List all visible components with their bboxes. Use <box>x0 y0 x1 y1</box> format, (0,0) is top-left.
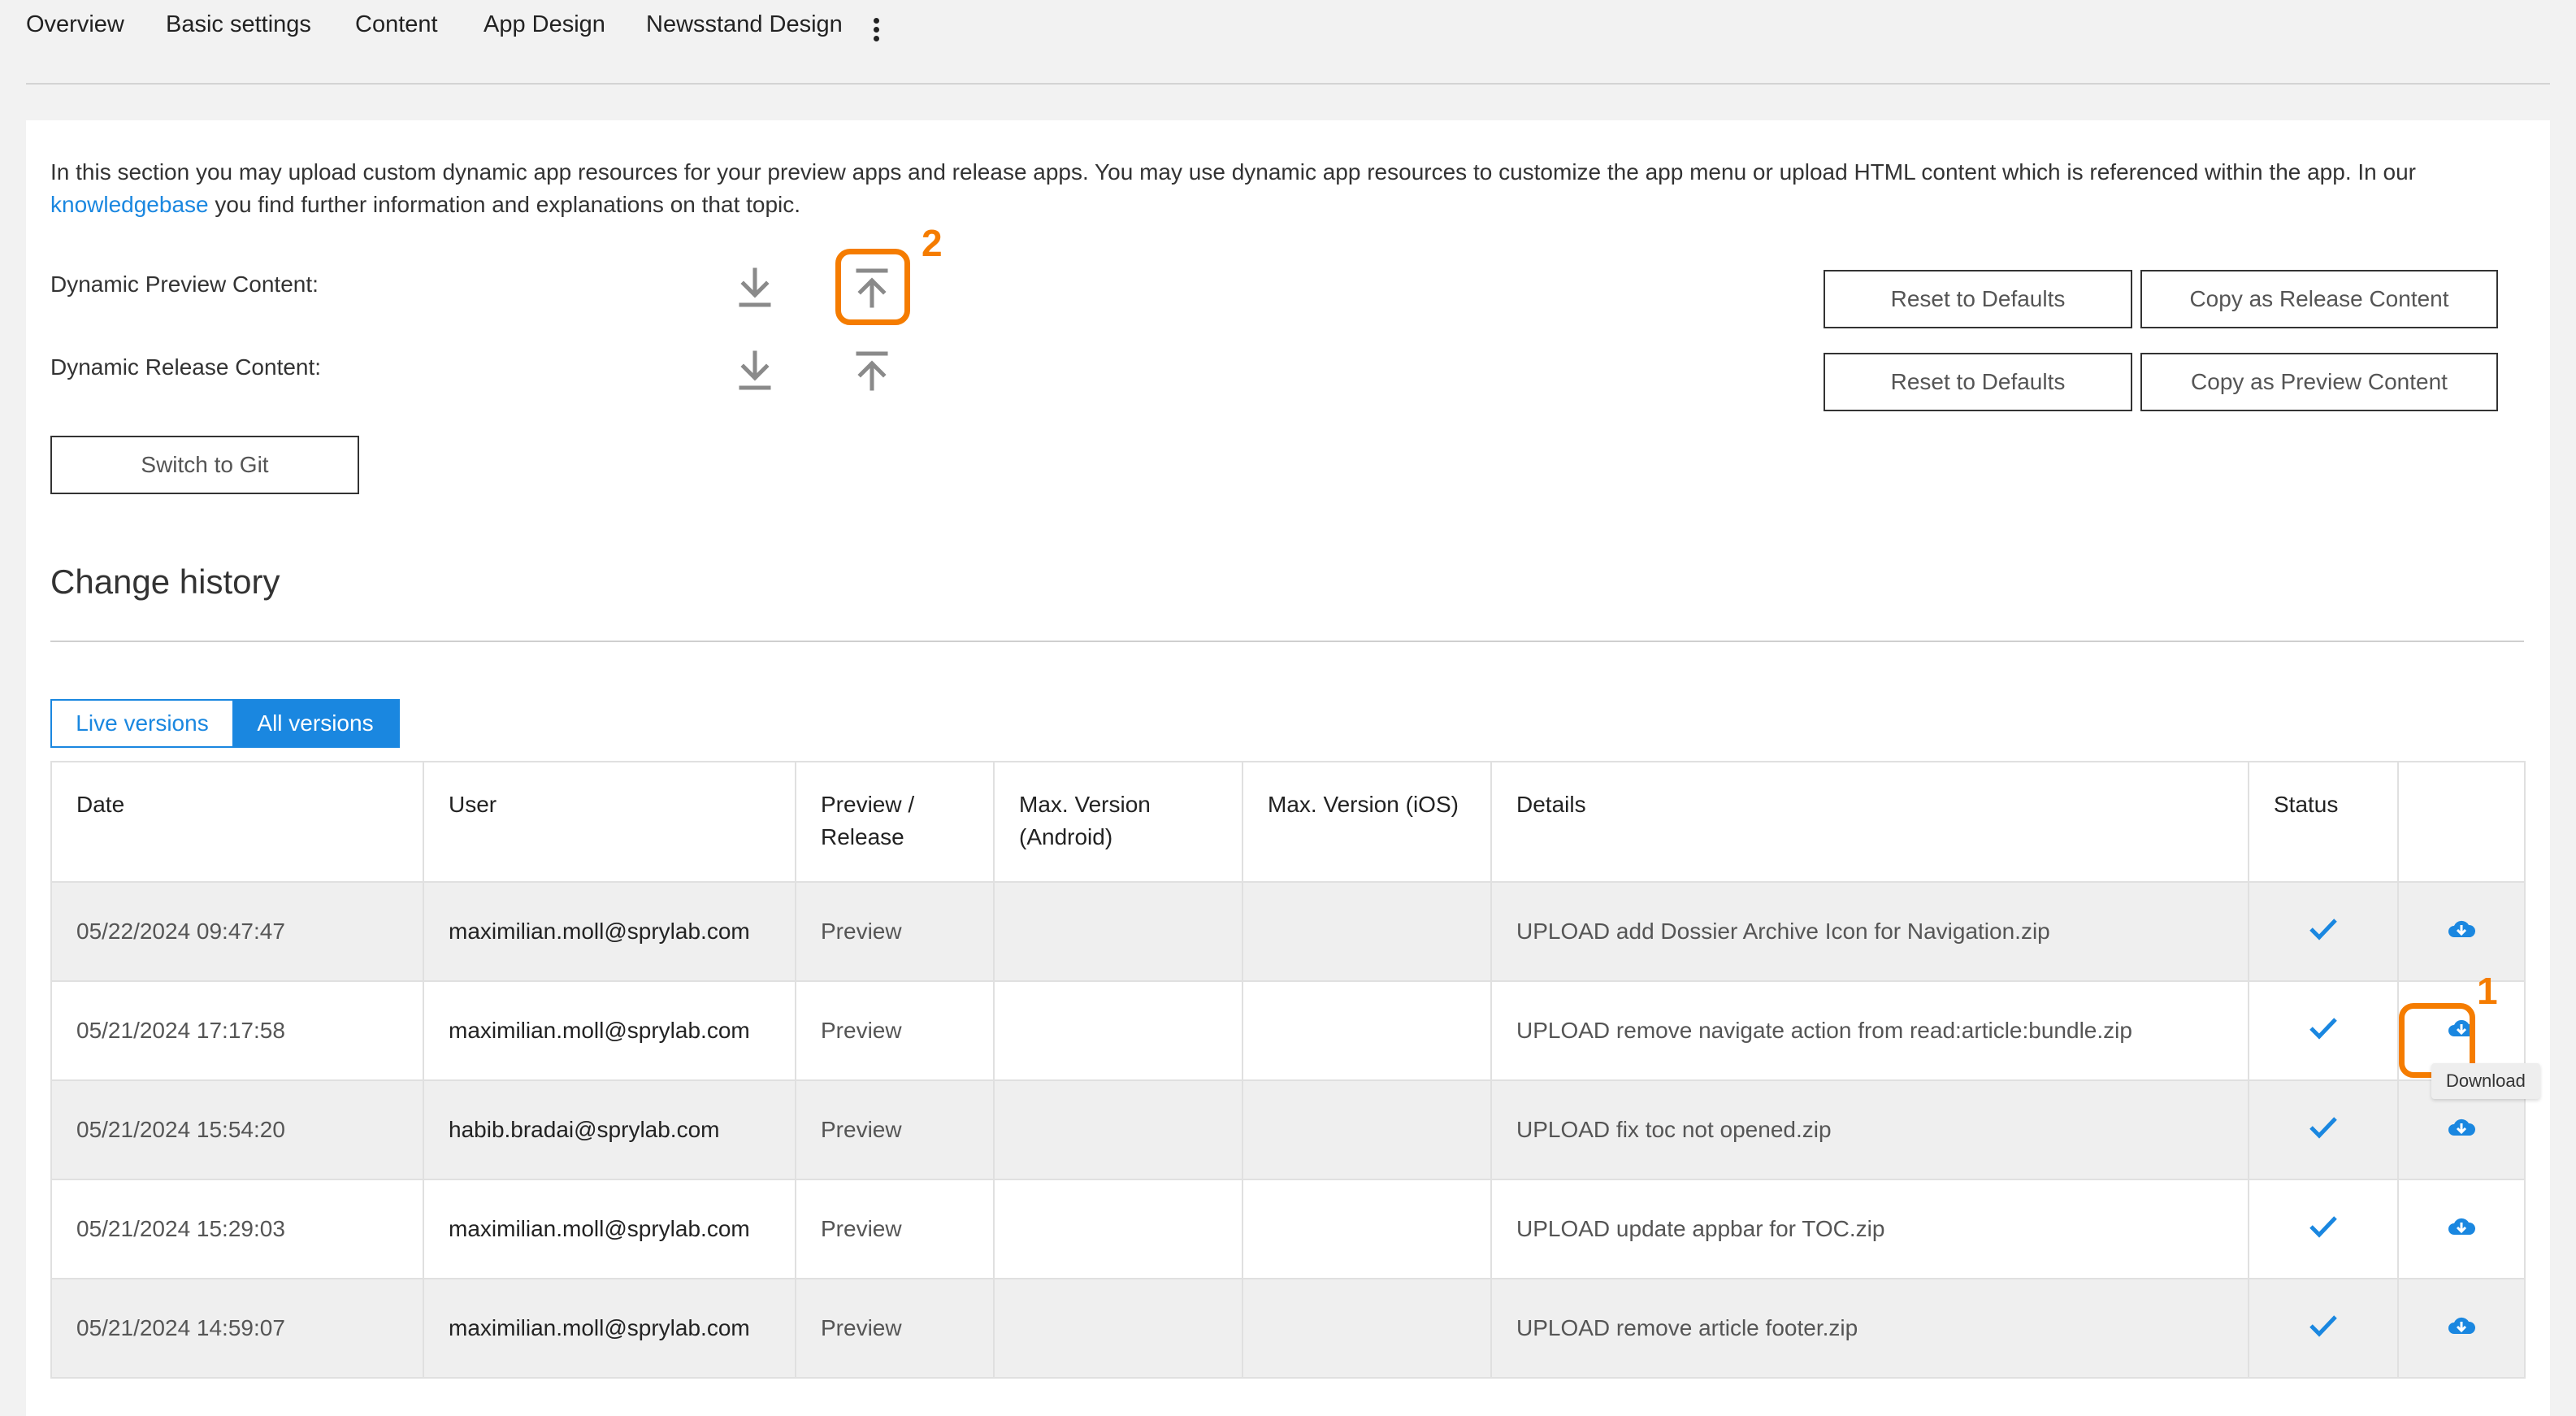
check-icon <box>2309 1215 2337 1238</box>
cell-details: UPLOAD add Dossier Archive Icon for Navi… <box>1490 881 2249 982</box>
cell-date: 05/21/2024 15:54:20 <box>50 1079 424 1180</box>
column-header-status: Status <box>2248 761 2399 883</box>
table-row: 05/22/2024 09:47:47 maximilian.moll@spry… <box>50 881 2526 982</box>
cell-max-version-ios <box>1242 1179 1492 1279</box>
tab-basic-settings[interactable]: Basic settings <box>166 11 311 38</box>
switch-to-git-button[interactable]: Switch to Git <box>50 436 359 494</box>
copy-as-release-button[interactable]: Copy as Release Content <box>2140 270 2498 328</box>
cell-status <box>2248 1179 2399 1279</box>
cloud-download-icon[interactable] <box>2448 918 2475 940</box>
cell-type: Preview <box>795 881 995 982</box>
cell-user: maximilian.moll@sprylab.com <box>423 980 796 1081</box>
cell-max-version-android <box>993 881 1243 982</box>
table-row: 05/21/2024 14:59:07 maximilian.moll@spry… <box>50 1278 2526 1379</box>
all-versions-toggle[interactable]: All versions <box>232 701 398 746</box>
cell-actions <box>2397 1179 2526 1279</box>
cell-max-version-android <box>993 1179 1243 1279</box>
cell-details: UPLOAD fix toc not opened.zip <box>1490 1079 2249 1180</box>
table-row: 05/21/2024 17:17:58 maximilian.moll@spry… <box>50 980 2526 1081</box>
dynamic-preview-label: Dynamic Preview Content: <box>50 271 319 297</box>
version-toggle: Live versions All versions <box>50 699 400 748</box>
cell-type: Preview <box>795 980 995 1081</box>
cell-date: 05/21/2024 15:29:03 <box>50 1179 424 1279</box>
cell-max-version-ios <box>1242 980 1492 1081</box>
check-icon <box>2309 1314 2337 1337</box>
cell-max-version-ios <box>1242 1079 1492 1180</box>
download-icon[interactable] <box>735 348 775 393</box>
change-history-table: Date User Preview / Release Max. Version… <box>50 761 2526 1379</box>
column-header-date: Date <box>50 761 424 883</box>
cloud-download-icon[interactable] <box>2448 1116 2475 1139</box>
cell-type: Preview <box>795 1079 995 1180</box>
tab-newsstand-design[interactable]: Newsstand Design <box>646 11 843 38</box>
live-versions-toggle[interactable]: Live versions <box>52 701 232 746</box>
table-row: 05/21/2024 15:29:03 maximilian.moll@spry… <box>50 1179 2526 1279</box>
upload-icon[interactable] <box>852 348 892 393</box>
check-icon <box>2309 918 2337 940</box>
cell-date: 05/22/2024 09:47:47 <box>50 881 424 982</box>
column-header-actions <box>2397 761 2526 883</box>
more-vertical-icon[interactable] <box>871 18 881 46</box>
check-icon <box>2309 1017 2337 1040</box>
intro-text: In this section you may upload custom dy… <box>50 156 2456 221</box>
check-icon <box>2309 1116 2337 1139</box>
tab-content[interactable]: Content <box>355 11 438 38</box>
cell-type: Preview <box>795 1179 995 1279</box>
cell-status <box>2248 1079 2399 1180</box>
copy-as-preview-button[interactable]: Copy as Preview Content <box>2140 353 2498 411</box>
cell-actions <box>2397 1278 2526 1379</box>
table-header-row: Date User Preview / Release Max. Version… <box>50 761 2526 883</box>
reset-preview-button[interactable]: Reset to Defaults <box>1824 270 2132 328</box>
cell-status <box>2248 1278 2399 1379</box>
cell-details: UPLOAD remove article footer.zip <box>1490 1278 2249 1379</box>
column-header-user: User <box>423 761 796 883</box>
nav-divider <box>26 83 2550 85</box>
column-header-max-version-android: Max. Version (Android) <box>993 761 1243 883</box>
cell-user: habib.bradai@sprylab.com <box>423 1079 796 1180</box>
intro-text-after: you find further information and explana… <box>208 192 801 217</box>
callout-highlight-upload <box>835 249 910 325</box>
cell-details: UPLOAD update appbar for TOC.zip <box>1490 1179 2249 1279</box>
cell-max-version-android <box>993 980 1243 1081</box>
table-row: 05/21/2024 15:54:20 habib.bradai@sprylab… <box>50 1079 2526 1180</box>
cell-max-version-android <box>993 1278 1243 1379</box>
cell-status <box>2248 980 2399 1081</box>
cell-max-version-ios <box>1242 881 1492 982</box>
column-header-max-version-ios: Max. Version (iOS) <box>1242 761 1492 883</box>
cell-date: 05/21/2024 17:17:58 <box>50 980 424 1081</box>
cell-max-version-ios <box>1242 1278 1492 1379</box>
cloud-download-icon[interactable] <box>2448 1314 2475 1337</box>
cell-actions <box>2397 881 2526 982</box>
section-divider <box>50 641 2524 642</box>
cell-user: maximilian.moll@sprylab.com <box>423 1278 796 1379</box>
callout-number-2: 2 <box>922 222 943 264</box>
cell-user: maximilian.moll@sprylab.com <box>423 881 796 982</box>
cell-details: UPLOAD remove navigate action from read:… <box>1490 980 2249 1081</box>
tab-overview[interactable]: Overview <box>26 11 124 38</box>
callout-number-1: 1 <box>2477 970 2498 1012</box>
cell-status <box>2248 881 2399 982</box>
dynamic-release-label: Dynamic Release Content: <box>50 354 322 380</box>
column-header-preview-release: Preview / Release <box>795 761 995 883</box>
download-icon[interactable] <box>735 265 775 311</box>
cell-max-version-android <box>993 1079 1243 1180</box>
tab-app-design[interactable]: App Design <box>484 11 605 38</box>
column-header-details: Details <box>1490 761 2249 883</box>
change-history-title: Change history <box>50 562 280 601</box>
cell-date: 05/21/2024 14:59:07 <box>50 1278 424 1379</box>
cell-user: maximilian.moll@sprylab.com <box>423 1179 796 1279</box>
cloud-download-icon[interactable] <box>2448 1215 2475 1238</box>
intro-text-before: In this section you may upload custom dy… <box>50 159 2416 185</box>
download-tooltip: Download <box>2431 1063 2540 1099</box>
knowledgebase-link[interactable]: knowledgebase <box>50 192 209 217</box>
top-navigation: Overview Basic settings Content App Desi… <box>0 0 2576 85</box>
cell-type: Preview <box>795 1278 995 1379</box>
reset-release-button[interactable]: Reset to Defaults <box>1824 353 2132 411</box>
